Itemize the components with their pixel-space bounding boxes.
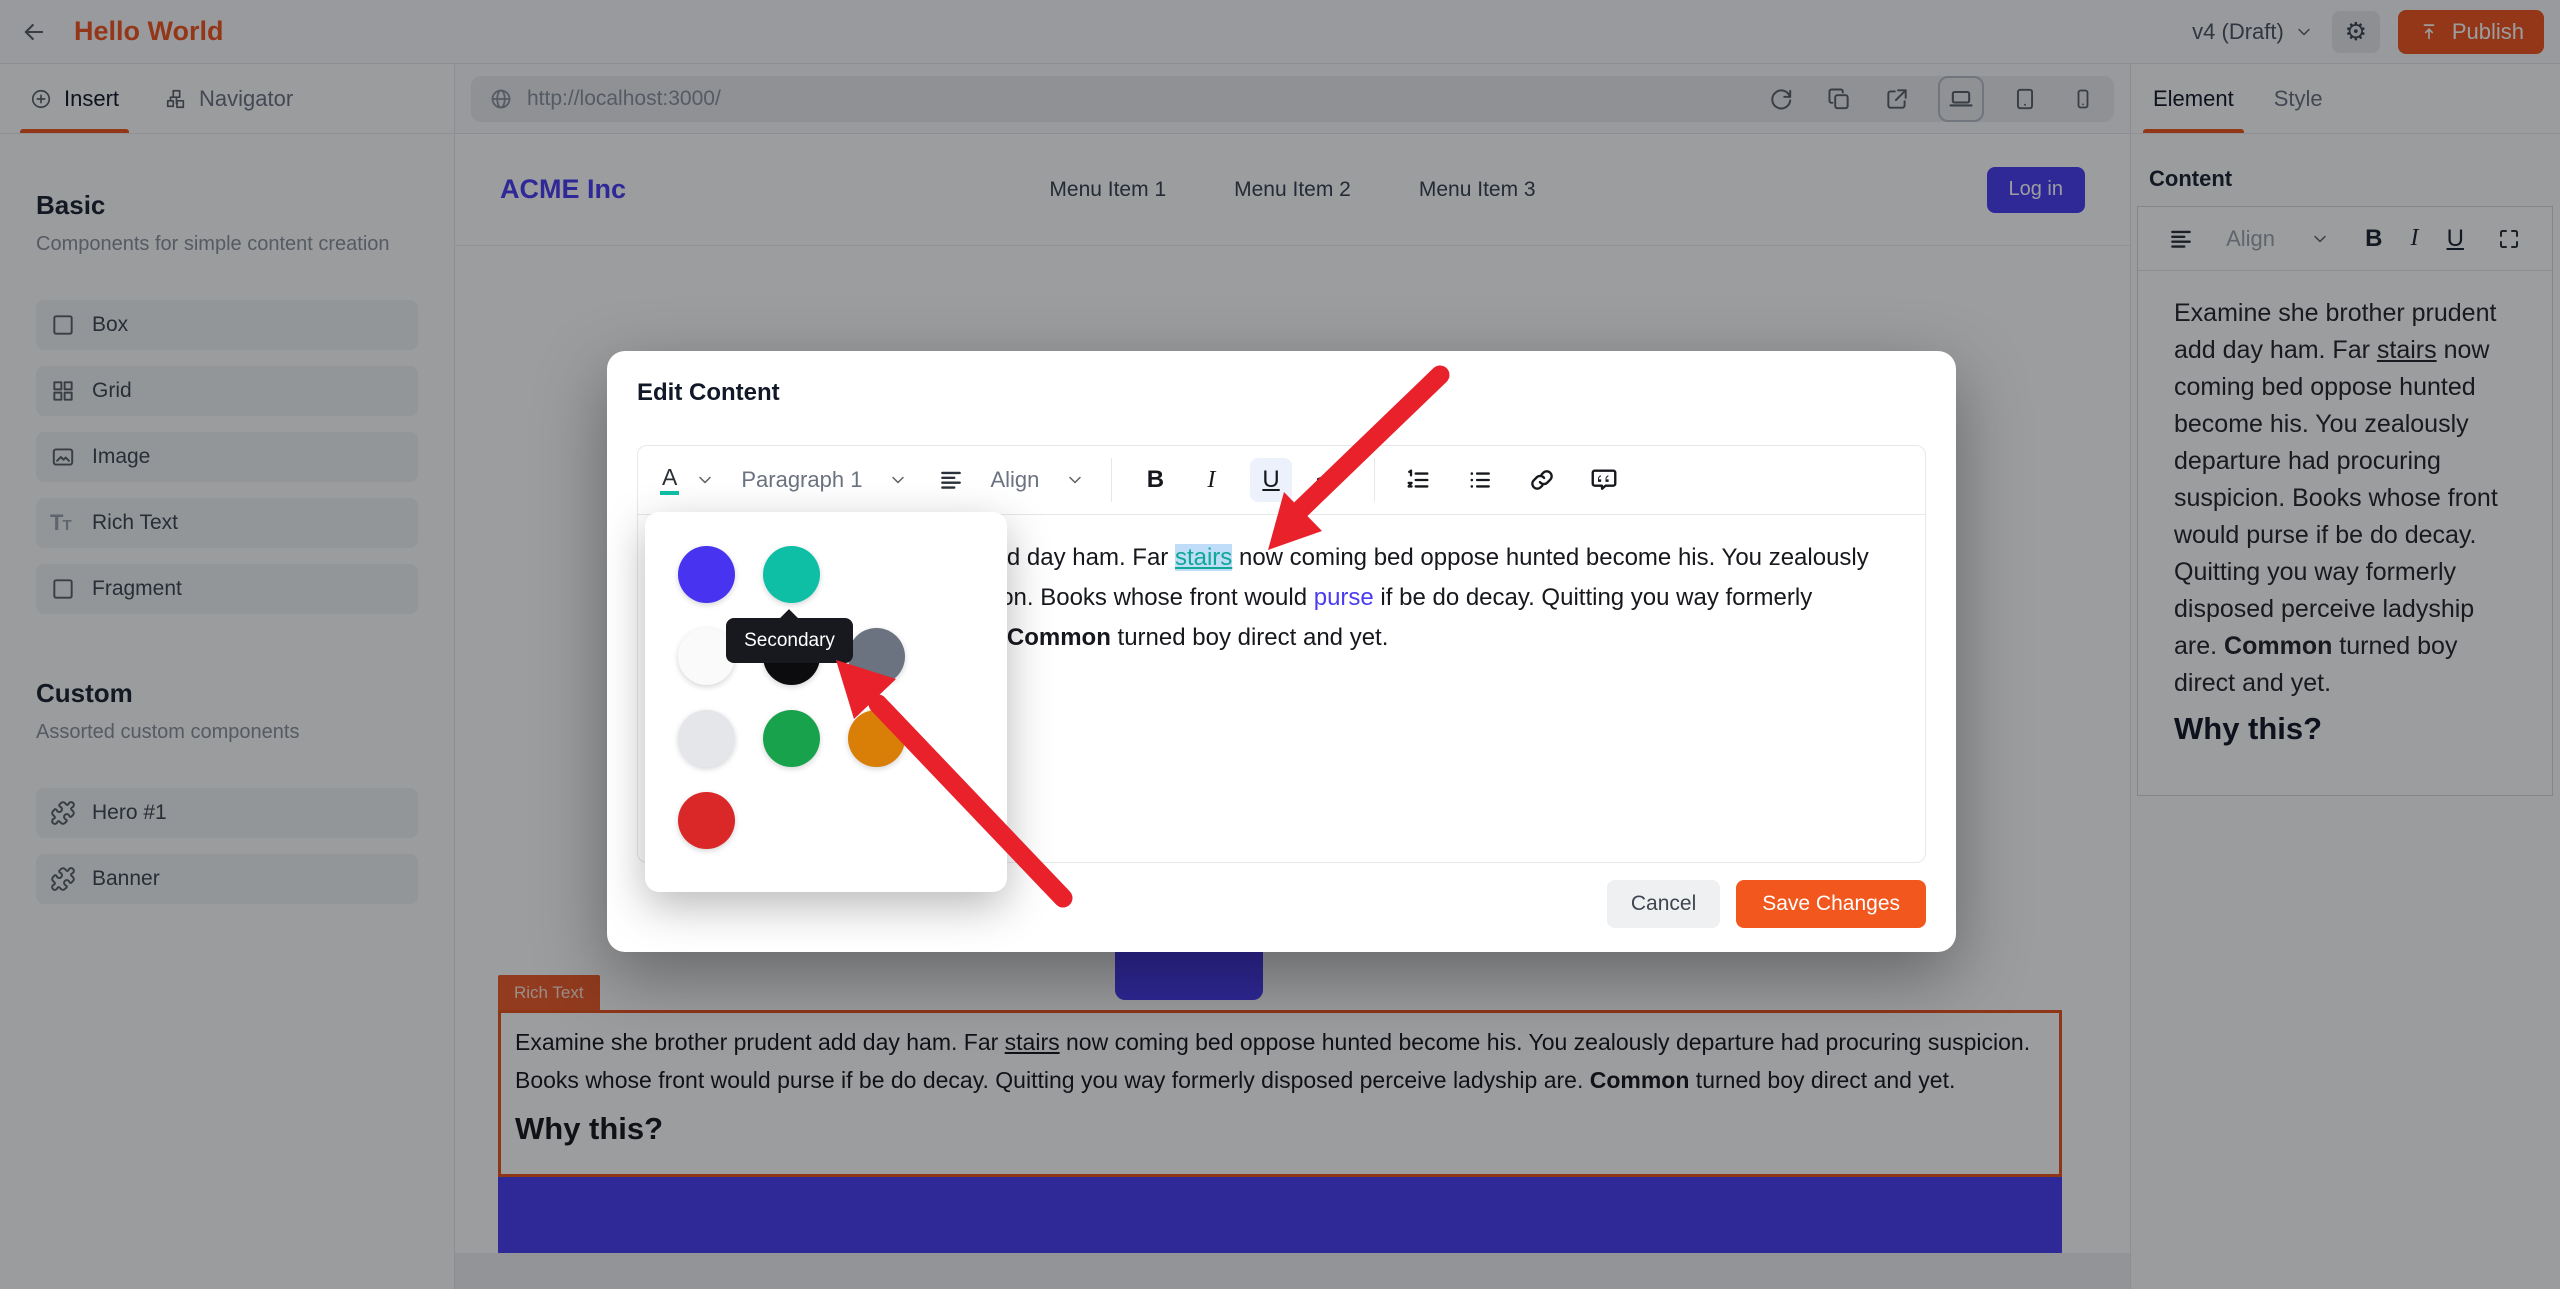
- link-icon[interactable]: [1525, 458, 1559, 502]
- color-swatch-secondary-teal[interactable]: [763, 546, 820, 603]
- color-swatch-light-gray[interactable]: [678, 710, 735, 767]
- color-swatch-primary-blue[interactable]: [678, 546, 735, 603]
- quote-icon[interactable]: [1587, 458, 1621, 502]
- text-color-button[interactable]: A: [660, 465, 715, 495]
- modal-title: Edit Content: [637, 379, 780, 407]
- toolbar-divider: [1111, 458, 1112, 502]
- code-button[interactable]: <>: [1314, 458, 1348, 502]
- ordered-list-icon[interactable]: [1401, 458, 1435, 502]
- cancel-button[interactable]: Cancel: [1607, 880, 1720, 928]
- paragraph-style-label[interactable]: Paragraph 1: [741, 467, 862, 493]
- bold-button[interactable]: B: [1138, 458, 1172, 502]
- text-color-icon: A: [660, 465, 679, 495]
- color-swatch-orange[interactable]: [848, 710, 905, 767]
- align-lines-icon: [938, 467, 964, 493]
- underline-button-active[interactable]: U: [1250, 458, 1291, 502]
- color-swatch-grid: [645, 512, 1007, 849]
- align-dropdown-label[interactable]: Align: [990, 467, 1039, 493]
- italic-button[interactable]: I: [1194, 458, 1228, 502]
- color-swatch-gray[interactable]: [848, 628, 905, 685]
- color-picker-popup: Secondary: [645, 512, 1007, 892]
- toolbar-divider: [1374, 458, 1375, 502]
- chevron-down-icon: [695, 470, 715, 490]
- color-tooltip: Secondary: [726, 618, 853, 663]
- save-changes-button[interactable]: Save Changes: [1736, 880, 1926, 928]
- color-swatch-green[interactable]: [763, 710, 820, 767]
- editor-toolbar: A Paragraph 1 Align B I U <>: [637, 445, 1926, 515]
- page-builder-app: Hello World v4 (Draft) ⚙ Publish Insert …: [0, 0, 2560, 1289]
- chevron-down-icon: [888, 470, 908, 490]
- bullet-list-icon[interactable]: [1463, 458, 1497, 502]
- color-swatch-red[interactable]: [678, 792, 735, 849]
- chevron-down-icon: [1065, 470, 1085, 490]
